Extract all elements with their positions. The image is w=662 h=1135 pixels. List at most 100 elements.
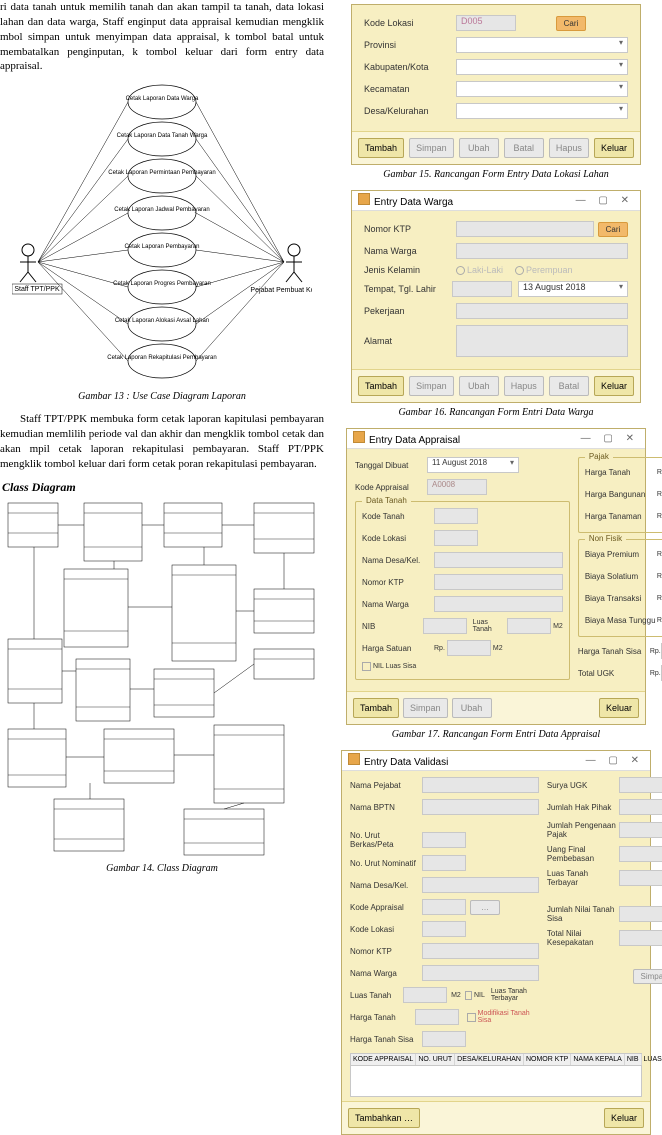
input-no-berkas[interactable] [422,832,466,848]
tambah-button[interactable]: Tambah [353,698,399,718]
col-desa: DESA/KELURAHAN [455,1054,524,1065]
close-icon[interactable]: ✕ [621,433,639,444]
ubah-button[interactable]: Ubah [459,138,499,158]
cari-button[interactable]: Cari [556,16,586,31]
simpan-button[interactable]: Simpan [409,376,454,396]
input-ktp2[interactable] [434,574,563,590]
input-kode-lokasi[interactable]: D005 [456,15,516,31]
input-pekerjaan[interactable] [456,303,628,319]
keluar-button[interactable]: Keluar [604,1108,644,1128]
chk-nil2[interactable] [465,991,472,1000]
datepicker-tgl[interactable]: 11 August 2018 [427,457,519,473]
hapus-button[interactable]: Hapus [549,138,589,158]
batal-button[interactable]: Batal [549,376,589,396]
simpan-button[interactable]: Simpan [403,698,448,718]
minimize-icon[interactable]: — [581,755,601,766]
label-desa: Desa/Kelurahan [364,106,456,116]
chk-nil[interactable] [362,662,371,671]
hapus-button[interactable]: Hapus [504,376,544,396]
cari-button[interactable]: … [470,900,500,915]
simpan-button[interactable]: Simpan [409,138,454,158]
batal-button[interactable]: Batal [504,138,544,158]
input-ktp3[interactable] [422,943,539,959]
keluar-button[interactable]: Keluar [599,698,639,718]
input-nama-bptn[interactable] [422,799,539,815]
input-ktp[interactable] [456,221,594,237]
input-kode-appraisal[interactable]: A0008 [427,479,487,495]
minimize-icon[interactable]: — [571,195,591,206]
input-nama-pejabat[interactable] [422,777,539,793]
simpan-button[interactable]: Simpan [633,969,662,984]
maximize-icon[interactable]: ▢ [598,433,617,444]
label-desa2: Nama Desa/Kel. [350,881,422,890]
input-nama-desa[interactable] [434,552,563,568]
input-desa2[interactable] [422,877,539,893]
select-kecamatan[interactable] [456,81,628,97]
input-luas-tanah[interactable] [507,618,551,634]
input-nama3[interactable] [422,965,539,981]
input-harga-sisa2[interactable] [422,1031,466,1047]
input-harga-tanah2[interactable] [415,1009,459,1025]
keluar-button[interactable]: Keluar [594,376,634,396]
datepicker-tgl-lahir[interactable]: 13 August 2018 [518,281,628,297]
label-nama2: Nama Warga [362,600,434,609]
input-kode-lokasi3[interactable] [422,921,466,937]
maximize-icon[interactable]: ▢ [593,195,612,206]
minimize-icon[interactable]: — [576,433,596,444]
col-luas: LUAS TANAH GANT [642,1054,662,1065]
label-nama3: Nama Warga [350,969,422,978]
input-harga-satuan[interactable] [447,640,491,656]
input-luas2[interactable] [403,987,447,1003]
group-non-fisik: Non Fisik Biaya PremiumRp. Biaya Solatiu… [578,539,662,637]
input-tempat[interactable] [452,281,512,297]
input-total-kesepakatan[interactable] [619,930,662,946]
input-kode-tanah[interactable] [434,508,478,524]
input-no-nom[interactable] [422,855,466,871]
input-nilai-sisa[interactable] [619,906,662,922]
tambah-button[interactable]: Tambah [358,138,404,158]
label-biaya-transaksi: Biaya Transaksi [585,594,657,603]
unit-rp3: Rp. [657,491,662,498]
svg-text:Pejabat Pembuat Komitmen: Pejabat Pembuat Komitmen [250,287,312,294]
data-grid[interactable]: KODE APPRAISAL NO. URUT DESA/KELURAHAN N… [350,1053,642,1097]
input-nib[interactable] [423,618,467,634]
close-icon[interactable]: ✕ [616,195,634,206]
close-icon[interactable]: ✕ [626,755,644,766]
input-kode-lokasi2[interactable] [434,530,478,546]
input-nama2[interactable] [434,596,563,612]
class-diagram [4,499,320,859]
label-ktp3: Nomor KTP [350,947,422,956]
input-surya-ugk[interactable] [619,777,662,793]
input-kode-app2[interactable] [422,899,466,915]
svg-text:Staff TPT/PPK: Staff TPT/PPK [14,286,60,293]
group-pajak: Pajak Harga TanahRp. Harga BangunanRp. H… [578,457,662,533]
unit-m2-2: M2 [493,645,503,652]
label-luas-tanah: Luas Tanah [473,619,503,633]
caption-14: Gambar 14. Class Diagram [0,863,324,874]
label-hak-pihak: Jumlah Hak Pihak [547,803,619,812]
cari-button[interactable]: Cari [598,222,628,237]
radio-laki[interactable] [456,266,465,275]
select-kabupaten[interactable] [456,59,628,75]
input-luas-terb2[interactable] [619,870,662,886]
input-nama[interactable] [456,243,628,259]
select-provinsi[interactable] [456,37,628,53]
ubah-button[interactable]: Ubah [459,376,499,396]
ubah-button[interactable]: Ubah [452,698,492,718]
input-pajak[interactable] [619,822,662,838]
select-desa[interactable] [456,103,628,119]
label-jk: Jenis Kelamin [364,265,456,275]
input-hak-pihak[interactable] [619,799,662,815]
form-entry-validasi: Entry Data Validasi — ▢ ✕ Nama Pejabat N… [341,750,651,1135]
input-final[interactable] [619,846,662,862]
textarea-alamat[interactable] [456,325,628,357]
paragraph-mid: Staff TPT/PPK membuka form cetak laporan… [0,412,324,471]
label-final: Uang Final Pembebasan [547,845,619,863]
chk-mod[interactable] [467,1013,475,1022]
maximize-icon[interactable]: ▢ [603,755,622,766]
radio-perempuan[interactable] [515,266,524,275]
keluar-button[interactable]: Keluar [594,138,634,158]
tambah-button[interactable]: Tambah [358,376,404,396]
tambahkan-button[interactable]: Tambahkan … [348,1108,420,1128]
col-ktp: NOMOR KTP [524,1054,571,1065]
